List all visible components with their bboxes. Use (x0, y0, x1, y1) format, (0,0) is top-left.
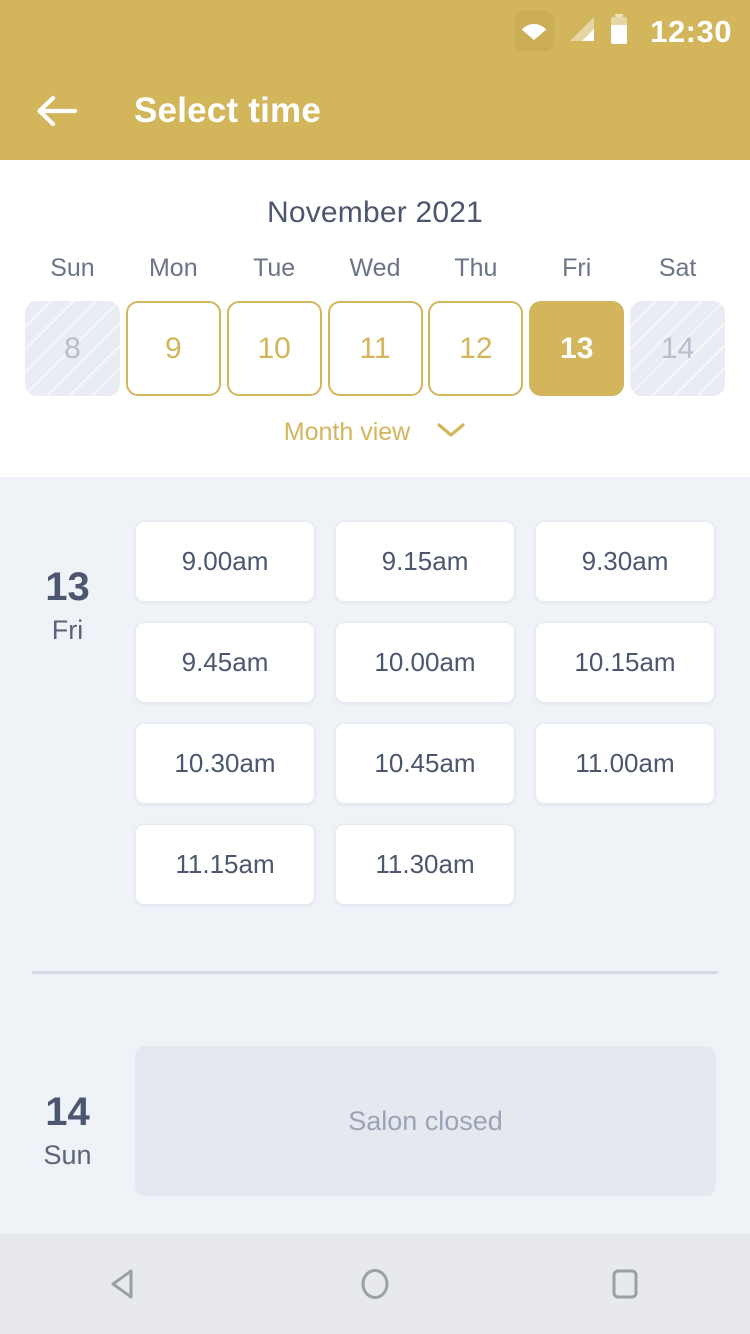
home-circle-icon (361, 1269, 389, 1299)
status-bar: 12:30 (0, 0, 750, 62)
time-slot[interactable]: 10.30am (135, 723, 315, 804)
nav-back-button[interactable] (70, 1234, 180, 1334)
nav-recents-button[interactable] (570, 1234, 680, 1334)
time-slot[interactable]: 11.00am (535, 723, 715, 804)
time-slots-area: 13 Fri 9.00am 9.15am 9.30am 9.45am 10.00… (0, 477, 750, 1234)
slot-group-day-of-week: Fri (51, 615, 84, 645)
day-cell-wrap: 14 (627, 301, 728, 396)
time-slot[interactable]: 10.00am (335, 622, 515, 703)
slot-group-13: 13 Fri 9.00am 9.15am 9.30am 9.45am 10.00… (0, 477, 750, 905)
day-cell-wrap: 13 (526, 301, 627, 396)
weekday-label: Sun (50, 254, 95, 282)
back-button[interactable] (20, 74, 94, 148)
weekday-label: Tue (253, 254, 296, 282)
calendar-day-8: 8 (24, 301, 120, 396)
app-screen: 12:30 Select time November 2021 Sun Mon … (0, 0, 750, 1334)
nav-home-button[interactable] (320, 1234, 430, 1334)
time-slot[interactable]: 11.30am (335, 824, 515, 905)
time-slot[interactable]: 9.15am (335, 521, 515, 602)
time-slot[interactable]: 9.00am (135, 521, 315, 602)
time-slot[interactable]: 10.45am (335, 723, 515, 804)
day-cell-wrap: 9 (123, 301, 224, 396)
weekday-label: Sat (658, 254, 697, 282)
battery-icon (610, 13, 628, 49)
slot-group-day-of-week: Sun (43, 1140, 92, 1170)
salon-closed-card: Salon closed (135, 1046, 716, 1196)
chevron-down-icon (436, 421, 466, 444)
recents-square-icon (612, 1269, 638, 1299)
time-slot[interactable]: 9.45am (135, 622, 315, 703)
slot-group-day-label: 13 Fri (0, 521, 135, 644)
slot-group-day-label: 14 Sun (0, 1046, 135, 1169)
calendar-day-12[interactable]: 12 (428, 301, 524, 396)
slot-grid: 9.00am 9.15am 9.30am 9.45am 10.00am 10.1… (135, 521, 750, 905)
back-arrow-icon (37, 95, 78, 127)
day-cell-wrap: 12 (425, 301, 526, 396)
calendar-day-13-selected[interactable]: 13 (529, 301, 625, 396)
calendar-day-row: 8 9 10 11 12 13 14 (0, 301, 750, 396)
weekday-label: Thu (454, 254, 498, 282)
time-slot[interactable]: 10.15am (535, 622, 715, 703)
calendar-day-11[interactable]: 11 (327, 301, 423, 396)
calendar-month-title: November 2021 (266, 196, 484, 229)
calendar-day-9[interactable]: 9 (125, 301, 221, 396)
month-view-label: Month view (283, 418, 411, 446)
weekday-label: Fri (562, 254, 592, 282)
day-cell-wrap: 8 (22, 301, 123, 396)
status-clock: 12:30 (650, 13, 732, 49)
slot-group-day-number: 13 (45, 565, 90, 609)
signal-icon (568, 16, 596, 47)
month-view-toggle[interactable]: Month view (0, 418, 750, 447)
calendar-weekday-row: Sun Mon Tue Wed Thu Fri Sat (0, 254, 750, 283)
weekday-label: Wed (349, 254, 401, 282)
weekday-label: Mon (148, 254, 198, 282)
day-cell-wrap: 10 (224, 301, 325, 396)
calendar-panel: November 2021 Sun Mon Tue Wed Thu Fri Sa… (0, 160, 750, 477)
time-slot[interactable]: 9.30am (535, 521, 715, 602)
slot-group-day-number: 14 (45, 1090, 90, 1134)
back-triangle-icon (111, 1269, 133, 1299)
calendar-day-10[interactable]: 10 (226, 301, 322, 396)
page-title: Select time (134, 91, 322, 130)
day-cell-wrap: 11 (325, 301, 426, 396)
app-bar: Select time (0, 62, 750, 160)
calendar-day-14: 14 (630, 301, 726, 396)
status-icon-group: 12:30 (514, 11, 732, 51)
slot-group-14: 14 Sun Salon closed (0, 974, 750, 1196)
wifi-icon (514, 11, 555, 51)
time-slot[interactable]: 11.15am (135, 824, 315, 905)
android-nav-bar (0, 1234, 750, 1334)
